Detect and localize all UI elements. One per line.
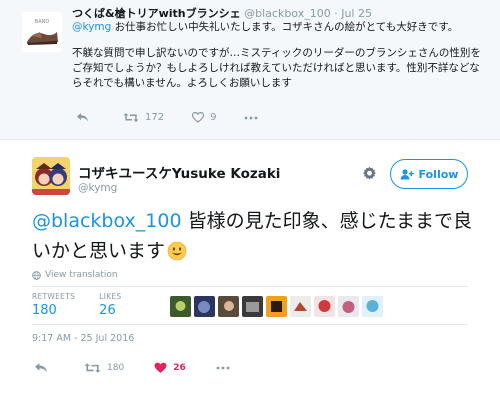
more-button[interactable] (244, 116, 264, 120)
follow-button[interactable]: Follow (390, 159, 468, 189)
like-count: 26 (173, 363, 186, 373)
retweet-count: 180 (107, 363, 125, 373)
liker-avatar[interactable] (170, 296, 191, 317)
follow-user-icon (400, 168, 414, 179)
parent-tweet-date[interactable]: Jul 25 (341, 7, 372, 20)
parent-actions: 172 9 (76, 112, 292, 123)
reply-button[interactable] (76, 112, 95, 123)
main-actions: 180 26 (34, 362, 266, 374)
liker-avatar[interactable] (338, 296, 359, 317)
retweets-label: RETWEETS (32, 292, 76, 301)
more-button[interactable] (216, 366, 236, 370)
like-button[interactable]: 9 (192, 112, 216, 123)
mention-link[interactable]: @blackbox_100 (32, 210, 182, 232)
settings-button[interactable] (362, 166, 377, 185)
parent-author-name[interactable]: つくば&槍トリアwithブランシェ (72, 7, 241, 20)
main-author-handle[interactable]: @kymg (78, 182, 117, 194)
main-author-name[interactable]: コザキユースケYusuke Kozaki (78, 162, 280, 182)
liker-avatar[interactable] (314, 296, 335, 317)
reply-icon (35, 363, 47, 373)
divider (32, 324, 468, 325)
view-translation-link[interactable]: View translation (32, 270, 118, 280)
tweet-stats: RETWEETS 180 LIKES 26 (32, 292, 145, 318)
likes-stat[interactable]: LIKES 26 (99, 292, 121, 318)
liker-avatar[interactable] (290, 296, 311, 317)
view-translation-label: View translation (45, 270, 118, 280)
like-count: 9 (210, 112, 217, 123)
parent-tweet[interactable]: BAND つくば&槍トリアwithブランシェ @blackbox_100 · J… (0, 0, 500, 140)
heart-icon (192, 112, 205, 123)
heart-filled-icon (154, 362, 167, 373)
liker-avatar[interactable] (242, 296, 263, 317)
retweet-icon (84, 363, 101, 373)
gear-icon (363, 166, 376, 180)
svg-text:BAND: BAND (35, 19, 50, 25)
retweets-stat[interactable]: RETWEETS 180 (32, 292, 75, 318)
parent-avatar[interactable]: BAND (22, 12, 62, 52)
parent-author-handle[interactable]: @blackbox_100 (244, 7, 331, 20)
parent-text-line-1: お仕事お忙しい中失礼いたします。コザキさんの絵がとても大好きです。 (111, 21, 459, 33)
divider (32, 286, 468, 287)
parent-text-para-2: 不躾な質問で申し訳ないのですが…ミスティックのリーダーのブランシェさんの性別をご… (72, 47, 481, 89)
likes-count: 26 (99, 303, 116, 318)
liker-avatar[interactable] (362, 296, 383, 317)
like-button[interactable]: 26 (154, 362, 186, 374)
main-avatar[interactable] (32, 157, 70, 195)
liker-avatars (170, 296, 386, 317)
likes-label: LIKES (99, 292, 122, 301)
globe-icon (32, 270, 41, 280)
mention-link[interactable]: @kymg (72, 21, 111, 33)
liker-avatar[interactable] (266, 296, 287, 317)
retweet-button[interactable]: 180 (84, 362, 124, 374)
retweet-count: 172 (145, 112, 165, 123)
follow-label: Follow (418, 167, 459, 181)
retweet-button[interactable]: 172 (123, 112, 164, 123)
smiling-face-emoji (167, 240, 187, 270)
tweet-timestamp[interactable]: 9:17 AM - 25 Jul 2016 (32, 333, 134, 344)
header-dot: · (334, 7, 338, 20)
parent-tweet-header: つくば&槍トリアwithブランシェ @blackbox_100 · Jul 25 (72, 5, 372, 21)
retweets-count: 180 (32, 303, 57, 318)
parent-text-para-1: @kymg お仕事お忙しい中失礼いたします。コザキさんの絵がとても大好きです。 (72, 20, 482, 35)
main-tweet-text: @blackbox_100 皆様の見た印象、感じたままで良いかと思います (32, 206, 482, 270)
main-tweet: コザキユースケYusuke Kozaki @kymg Follow @black… (0, 140, 500, 400)
liker-avatar[interactable] (218, 296, 239, 317)
more-icon (245, 116, 258, 119)
liker-avatar[interactable] (194, 296, 215, 317)
more-icon (216, 366, 230, 370)
reply-button[interactable] (34, 362, 54, 374)
reply-icon (77, 113, 88, 122)
retweet-icon (123, 113, 139, 122)
parent-tweet-text: @kymg お仕事お忙しい中失礼いたします。コザキさんの絵がとても大好きです。 … (72, 20, 482, 102)
